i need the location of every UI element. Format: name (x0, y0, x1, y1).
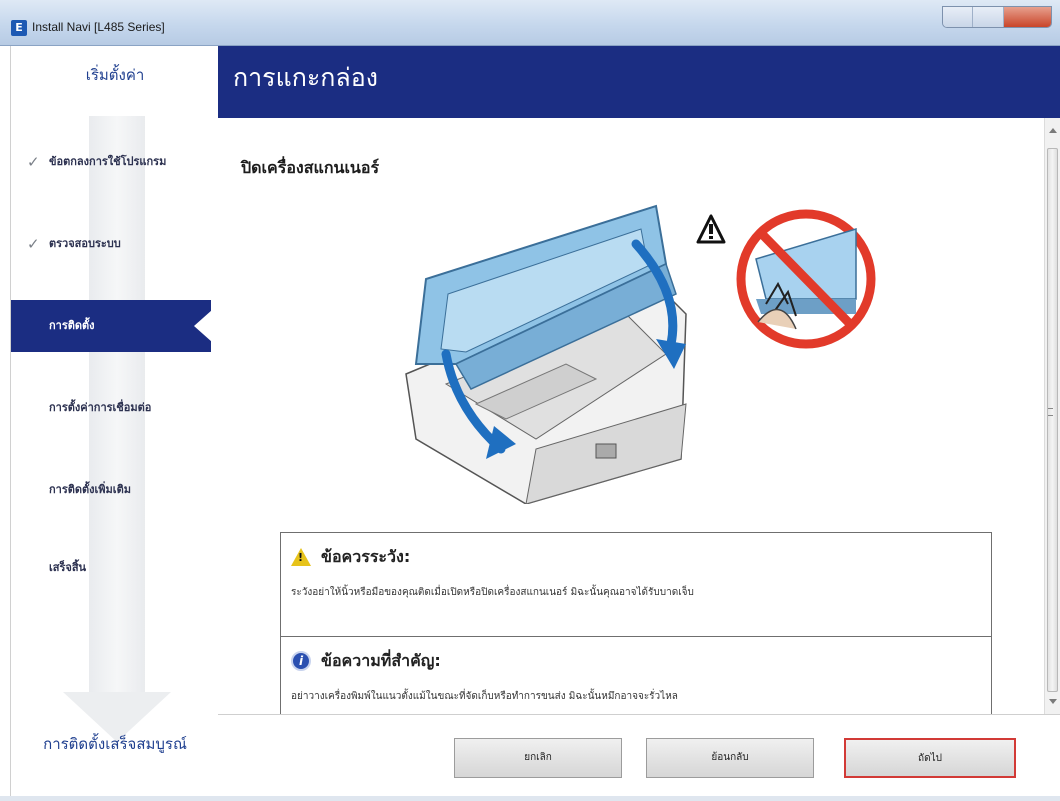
warning-triangle-icon (696, 214, 726, 244)
back-button[interactable]: ย้อนกลับ (646, 738, 814, 778)
caution-title: ข้อควรระวัง: (321, 546, 411, 566)
warning-triangle-icon: ! (291, 548, 311, 566)
window-title: Install Navi [L485 Series] (32, 20, 165, 34)
important-note: i ข้อความที่สำคัญ: อย่าวางเครื่องพิมพ์ใน… (280, 636, 992, 714)
scrollbar-thumb[interactable] (1047, 148, 1058, 692)
window-controls (942, 6, 1052, 28)
step-license-agreement: ✓ ข้อตกลงการใช้โปรแกรม (11, 136, 219, 188)
step-system-check: ✓ ตรวจสอบระบบ (11, 218, 219, 270)
scroll-down-arrow-icon[interactable] (1049, 699, 1057, 704)
window-bottom-border (0, 796, 1060, 801)
step-label: ข้อตกลงการใช้โปรแกรม (49, 155, 167, 168)
caution-text: ระวังอย่าให้นิ้วหรือมือของคุณติดเมื่อเปิ… (291, 587, 694, 598)
sidebar-start-label: เริ่มตั้งค่า (85, 66, 145, 84)
step-label: การติดตั้งเพิ่มเติม (49, 483, 131, 496)
minimize-button[interactable] (943, 7, 974, 27)
step-additional-install: การติดตั้งเพิ่มเติม (11, 464, 219, 516)
step-connection-setup: การตั้งค่าการเชื่อมต่อ (11, 382, 219, 434)
close-scanner-illustration (405, 204, 876, 504)
footer-bar: ยกเลิก ย้อนกลับ ถัดไป (218, 714, 1060, 796)
step-label: เสร็จสิ้น (49, 561, 87, 574)
content-header: การแกะกล่อง (218, 46, 1060, 118)
next-button[interactable]: ถัดไป (844, 738, 1016, 778)
sidebar-complete-label: การติดตั้งเสร็จสมบูรณ์ (43, 735, 187, 753)
step-sidebar: เริ่มตั้งค่า ✓ ข้อตกลงการใช้โปรแกรม ✓ ตร… (10, 46, 218, 796)
checkmark-icon: ✓ (27, 235, 40, 253)
scrollbar-grip-icon (1048, 408, 1053, 416)
close-button[interactable] (1003, 7, 1051, 27)
step-label: การติดตั้ง (49, 319, 95, 332)
caution-header: ! ข้อควรระวัง: (291, 543, 410, 571)
epson-app-icon: E (11, 20, 27, 36)
do-not-pinch-prohibition-icon (736, 209, 876, 349)
step-label: ตรวจสอบระบบ (49, 237, 121, 250)
section-heading: ปิดเครื่องสแกนเนอร์ (241, 158, 380, 177)
checkmark-icon: ✓ (27, 153, 40, 171)
important-title: ข้อความที่สำคัญ: (321, 650, 441, 670)
step-label: การตั้งค่าการเชื่อมต่อ (49, 401, 152, 414)
content-area: ปิดเครื่องสแกนเนอร์ ! ข้อควรระวัง: ระวัง… (218, 118, 1044, 714)
content-scrollbar[interactable] (1044, 118, 1060, 714)
important-text: อย่าวางเครื่องพิมพ์ในแนวตั้งแม้ในขณะที่จ… (291, 691, 678, 702)
important-info-icon: i (291, 651, 311, 671)
step-installation: การติดตั้ง (11, 300, 212, 352)
maximize-button[interactable] (973, 7, 1004, 27)
important-header: i ข้อความที่สำคัญ: (291, 647, 441, 675)
scroll-up-arrow-icon[interactable] (1049, 128, 1057, 133)
page-title: การแกะกล่อง (233, 63, 378, 92)
cancel-button[interactable]: ยกเลิก (454, 738, 622, 778)
window-title-bar: E Install Navi [L485 Series] (0, 0, 1060, 46)
step-finish: เสร็จสิ้น (11, 542, 219, 594)
caution-note: ! ข้อควรระวัง: ระวังอย่าให้นิ้วหรือมือขอ… (280, 532, 992, 638)
